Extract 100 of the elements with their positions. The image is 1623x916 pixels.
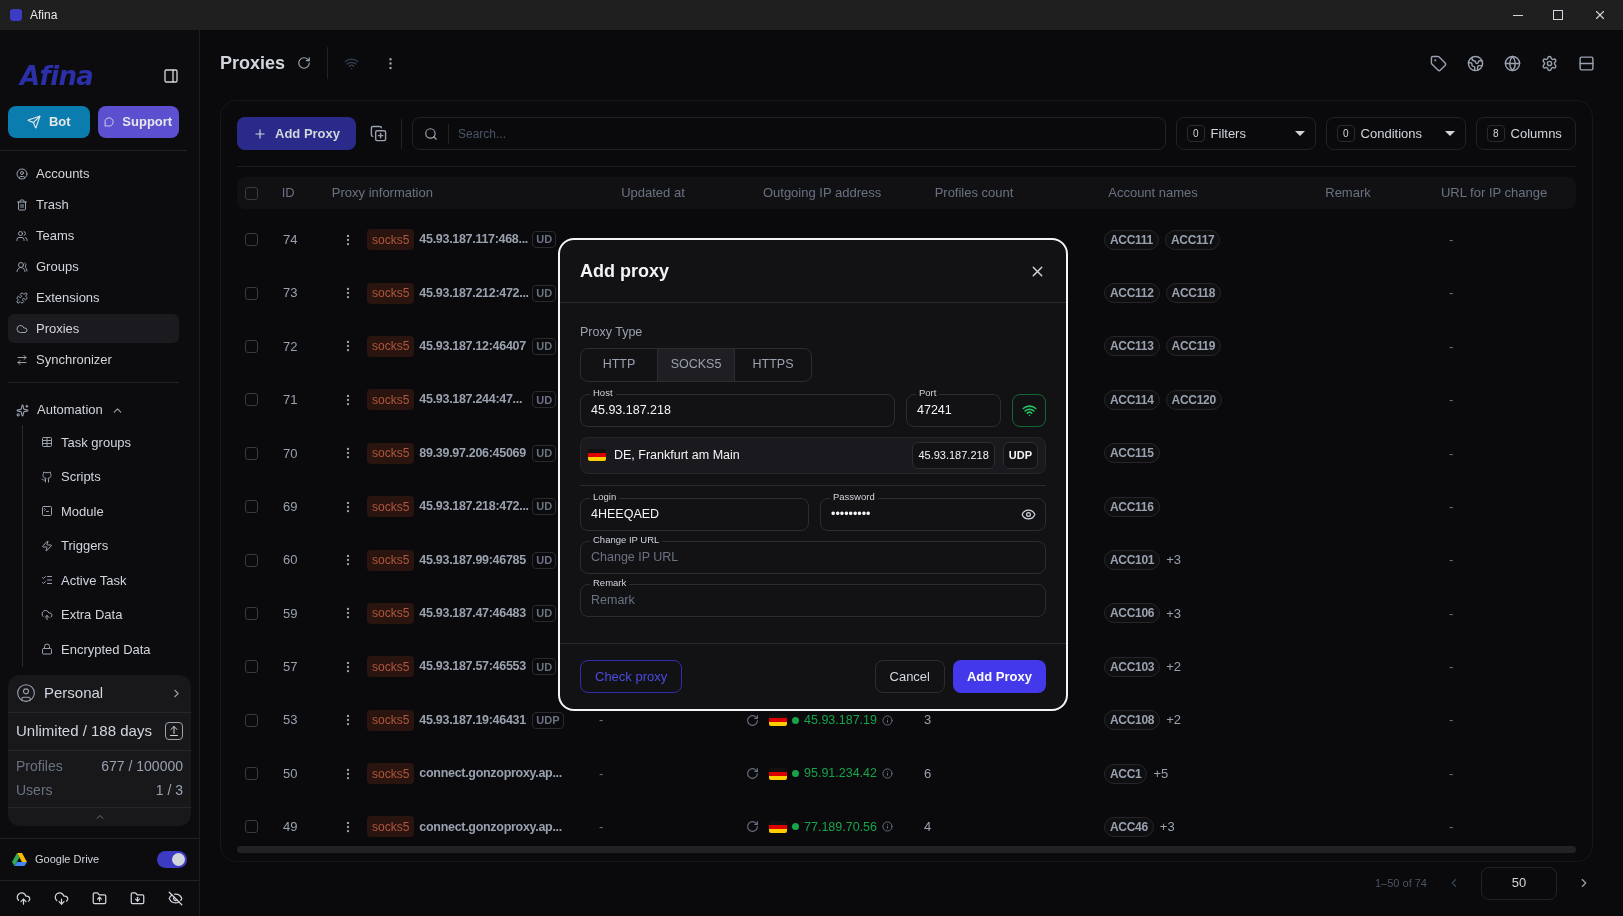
add-proxy-button[interactable]: Add Proxy — [237, 117, 356, 150]
nav-item[interactable]: Trash — [8, 190, 179, 219]
info-icon[interactable] — [882, 821, 893, 833]
updated-cell: - — [599, 765, 604, 781]
row-checkbox[interactable] — [245, 820, 258, 834]
row-checkbox[interactable] — [245, 446, 258, 460]
nav-item[interactable]: Encrypted Data — [23, 632, 199, 667]
row-checkbox[interactable] — [245, 553, 258, 567]
minimize-icon[interactable] — [1513, 14, 1523, 16]
plan-selector[interactable]: Personal — [8, 674, 191, 713]
row-checkbox[interactable] — [245, 233, 258, 247]
row-checkbox[interactable] — [245, 606, 258, 620]
profiles-count: 4 — [924, 819, 932, 835]
nav-item[interactable]: Triggers — [23, 528, 199, 563]
proxy-type-tag: socks5 — [367, 335, 415, 357]
refresh-icon[interactable] — [746, 767, 759, 781]
proxy-type-tab[interactable]: SOCKS5 — [658, 348, 735, 381]
account-chip: ACC117 — [1164, 229, 1221, 250]
nav-item[interactable]: Scripts — [23, 459, 199, 494]
support-button[interactable]: Support — [97, 106, 179, 138]
proxy-type-tab[interactable]: HTTPS — [735, 348, 811, 381]
proxy-address: 45.93.187.244:47... — [419, 391, 524, 409]
search-field[interactable]: Search... — [412, 117, 1166, 150]
bulk-add-icon[interactable] — [370, 125, 387, 142]
row-checkbox[interactable] — [245, 660, 258, 674]
nav-item[interactable]: Teams — [8, 221, 179, 250]
udp-tag: UD — [532, 391, 557, 409]
plus-icon — [253, 126, 267, 141]
account-chip: ACC113 — [1104, 336, 1160, 357]
row-checkbox[interactable] — [245, 286, 258, 300]
globe-icon[interactable] — [1504, 54, 1521, 72]
row-checkbox[interactable] — [245, 339, 258, 353]
proxy-type-tag: socks5 — [367, 602, 415, 624]
more-count: +3 — [1166, 551, 1182, 570]
url-cell-text: - — [1449, 818, 1454, 837]
info-icon[interactable] — [882, 768, 893, 780]
refresh-icon[interactable] — [297, 56, 312, 70]
dialog-title: Add proxy — [580, 259, 669, 283]
row-checkbox[interactable] — [245, 393, 258, 407]
upgrade-icon[interactable] — [165, 722, 183, 740]
nav-item[interactable]: Groups — [8, 252, 179, 281]
settings-icon[interactable] — [1541, 54, 1558, 72]
refresh-icon[interactable] — [746, 713, 759, 727]
stat-label: Profiles — [16, 757, 63, 776]
select-all-checkbox[interactable] — [245, 186, 258, 200]
id-cell-text: 49 — [283, 818, 299, 837]
folder-upload-icon[interactable] — [92, 890, 107, 906]
account-chip: ACC118 — [1165, 283, 1222, 304]
cancel-button[interactable]: Cancel — [874, 660, 945, 693]
field-label: Password — [830, 490, 878, 503]
nav-item[interactable]: Accounts — [8, 159, 179, 188]
columns-button[interactable]: 8 Columns — [1476, 117, 1576, 150]
maximize-icon[interactable] — [1553, 10, 1563, 20]
row-checkbox[interactable] — [245, 500, 258, 514]
filter-dropdown[interactable]: 0 Filters — [1176, 117, 1316, 150]
flag-icon — [588, 449, 606, 462]
check-connection-button[interactable] — [1012, 393, 1046, 427]
layout-icon[interactable] — [1578, 54, 1595, 72]
horizontal-scrollbar[interactable] — [237, 845, 1576, 853]
eye-off-icon[interactable] — [168, 890, 183, 906]
row-checkbox[interactable] — [245, 767, 258, 781]
account-chip: ACC103 — [1104, 656, 1161, 677]
filter-dropdown[interactable]: 0 Conditions — [1326, 117, 1466, 150]
nav-item[interactable]: Extra Data — [23, 597, 199, 632]
plan-limit: Unlimited / 188 days — [16, 720, 152, 741]
flag-icon — [769, 821, 787, 833]
chat-icon — [104, 117, 115, 127]
row-checkbox[interactable] — [245, 713, 258, 727]
folder-download-icon[interactable] — [130, 890, 145, 906]
info-icon[interactable] — [882, 714, 893, 726]
stat-value: 677 / 100000 — [101, 757, 183, 776]
add-proxy-submit-button[interactable]: Add Proxy — [953, 660, 1046, 693]
search-icon — [424, 127, 438, 141]
bot-button[interactable]: Bot — [8, 106, 90, 138]
cloud-download-icon[interactable] — [54, 890, 69, 906]
user-circle-icon — [16, 167, 28, 180]
lightning-icon — [41, 539, 53, 552]
drive-label: Google Drive — [35, 851, 100, 867]
automation-toggle[interactable]: Automation — [8, 395, 191, 425]
cloud-icon — [16, 322, 28, 335]
cloud-upload-icon — [41, 608, 53, 621]
wifi-icon — [1021, 402, 1037, 418]
page-size-field[interactable]: 50 — [1481, 866, 1557, 900]
column-header: Account names — [1108, 185, 1198, 201]
refresh-icon[interactable] — [746, 820, 759, 834]
nav-item[interactable]: Module — [23, 494, 199, 529]
nav-item[interactable]: Task groups — [23, 425, 199, 460]
nav-item[interactable]: Synchronizer — [8, 345, 179, 374]
nav-item[interactable]: Proxies — [8, 314, 179, 343]
tag-icon[interactable] — [1430, 54, 1447, 72]
panel-toggle-icon[interactable] — [163, 68, 179, 84]
nav-item[interactable]: Extensions — [8, 283, 179, 312]
field-label: Remark — [590, 576, 630, 589]
cloud-upload-icon[interactable] — [16, 890, 31, 906]
location-text: DE, Frankfurt am Main — [614, 446, 740, 464]
close-icon[interactable] — [1593, 8, 1607, 22]
drive-switch[interactable] — [157, 850, 187, 868]
show-password-icon[interactable] — [1021, 506, 1036, 522]
nav-item[interactable]: Active Task — [23, 563, 199, 598]
url-cell-text: - — [1449, 711, 1454, 730]
